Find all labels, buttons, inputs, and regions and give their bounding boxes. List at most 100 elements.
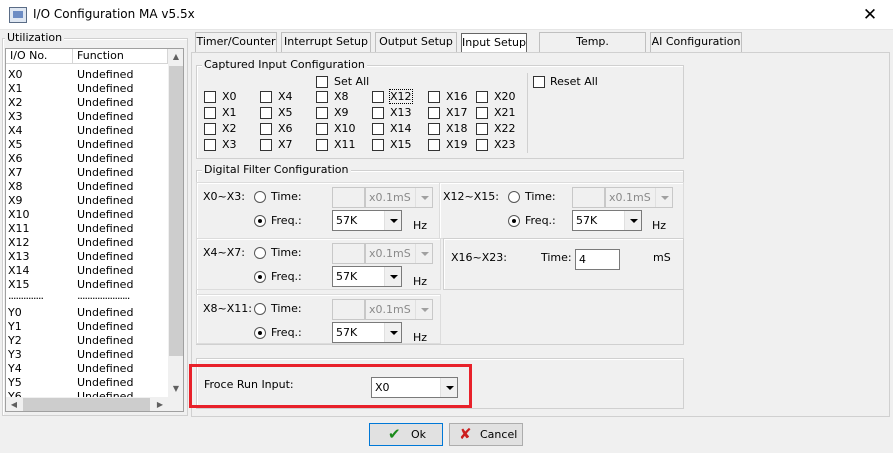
list-item[interactable]: X6 Undefined [8, 152, 168, 166]
capture-checkbox-x18[interactable] [428, 123, 440, 135]
freq-radio-x8-x11[interactable] [254, 327, 266, 339]
capture-checkbox-x3[interactable] [204, 139, 216, 151]
tab-temp-configuration[interactable]: Temp. Configuration [539, 32, 646, 66]
chevron-down-icon[interactable] [440, 378, 457, 397]
chevron-down-icon[interactable] [415, 188, 432, 207]
time-input-x4-x7[interactable] [332, 243, 365, 264]
time-radio-x4-x7[interactable] [254, 247, 266, 259]
time-input-x12-x15[interactable] [572, 187, 605, 208]
capture-checkbox-x0[interactable] [204, 91, 216, 103]
chevron-down-icon[interactable] [624, 211, 641, 230]
capture-checkbox-x5[interactable] [260, 107, 272, 119]
scroll-h-thumb[interactable] [23, 398, 150, 411]
capture-checkbox-x19[interactable] [428, 139, 440, 151]
time-radio-x0-x3[interactable] [254, 191, 266, 203]
capture-checkbox-x22[interactable] [476, 123, 488, 135]
utilization-list[interactable]: I/O No. Function X0 Undefined X1 Undefined X… [5, 48, 184, 412]
list-item[interactable]: X14 Undefined [8, 264, 168, 278]
freq-radio-x4-x7[interactable] [254, 271, 266, 283]
capture-checkbox-x23[interactable] [476, 139, 488, 151]
capture-checkbox-x9[interactable] [316, 107, 328, 119]
reset-all-checkbox[interactable] [533, 76, 545, 88]
list-item[interactable]: X8 Undefined [8, 180, 168, 194]
capture-checkbox-x12[interactable] [372, 91, 384, 103]
freq-radio-x12-x15[interactable] [508, 215, 520, 227]
scroll-left-button[interactable]: ◀ [6, 397, 22, 411]
capture-checkbox-x10[interactable] [316, 123, 328, 135]
capture-checkbox-x16[interactable] [428, 91, 440, 103]
freq-select-x4-x7[interactable]: 57K [332, 266, 402, 287]
tab-output-setup[interactable]: Output Setup [375, 32, 457, 52]
list-item[interactable]: X13 Undefined [8, 250, 168, 264]
list-item[interactable]: X9 Undefined [8, 194, 168, 208]
tab-timer-counter[interactable]: Timer/Counter [195, 32, 277, 52]
chevron-down-icon[interactable] [384, 211, 401, 230]
x16-x23-time-input[interactable]: 4 [575, 249, 620, 270]
freq-value-x12-x15: 57K [576, 214, 598, 227]
io-number: Y0 [8, 306, 22, 319]
chevron-down-icon[interactable] [655, 188, 672, 207]
list-item[interactable]: Y2 Undefined [8, 334, 168, 348]
tab-interrupt-setup[interactable]: Interrupt Setup [281, 32, 371, 52]
chevron-down-icon[interactable] [415, 244, 432, 263]
column-header-function[interactable]: Function [73, 49, 168, 64]
freq-radio-x0-x3[interactable] [254, 215, 266, 227]
scroll-right-button[interactable]: ▶ [152, 397, 168, 411]
list-item[interactable]: X7 Undefined [8, 166, 168, 180]
column-header-io[interactable]: I/O No. [6, 49, 73, 64]
capture-checkbox-x6[interactable] [260, 123, 272, 135]
capture-checkbox-x4[interactable] [260, 91, 272, 103]
vertical-scrollbar[interactable]: ▲ ▼ [168, 49, 183, 397]
cancel-button[interactable]: ✘ Cancel [449, 423, 523, 446]
capture-checkbox-x1[interactable] [204, 107, 216, 119]
close-button[interactable]: ✕ [847, 0, 893, 30]
unit-select-x0-x3[interactable]: x0.1mS [365, 187, 433, 208]
capture-checkbox-x13[interactable] [372, 107, 384, 119]
scroll-up-button[interactable]: ▲ [168, 49, 183, 65]
capture-checkbox-x8[interactable] [316, 91, 328, 103]
capture-checkbox-x14[interactable] [372, 123, 384, 135]
horizontal-scrollbar[interactable]: ◀ ▶ [6, 397, 168, 411]
set-all-checkbox[interactable] [316, 76, 328, 88]
force-run-select[interactable]: X0 [371, 377, 458, 398]
capture-checkbox-x17[interactable] [428, 107, 440, 119]
ok-button[interactable]: ✔ Ok [369, 423, 443, 446]
scroll-down-button[interactable]: ▼ [168, 381, 183, 397]
capture-checkbox-x21[interactable] [476, 107, 488, 119]
capture-checkbox-x7[interactable] [260, 139, 272, 151]
freq-select-x12-x15[interactable]: 57K [572, 210, 642, 231]
capture-checkbox-x20[interactable] [476, 91, 488, 103]
list-item[interactable]: X4 Undefined [8, 124, 168, 138]
capture-checkbox-x2[interactable] [204, 123, 216, 135]
freq-select-x8-x11[interactable]: 57K [332, 322, 402, 343]
list-item[interactable]: X10 Undefined [8, 208, 168, 222]
scroll-thumb[interactable] [169, 66, 183, 356]
unit-select-x8-x11[interactable]: x0.1mS [365, 299, 433, 320]
list-item[interactable]: X11 Undefined [8, 222, 168, 236]
list-item[interactable]: X12 Undefined [8, 236, 168, 250]
time-radio-x8-x11[interactable] [254, 303, 266, 315]
list-item[interactable]: X1 Undefined [8, 82, 168, 96]
list-item[interactable]: X3 Undefined [8, 110, 168, 124]
chevron-down-icon[interactable] [384, 323, 401, 342]
freq-select-x0-x3[interactable]: 57K [332, 210, 402, 231]
list-item[interactable]: X0 Undefined [8, 68, 168, 82]
list-item[interactable]: X2 Undefined [8, 96, 168, 110]
unit-select-x4-x7[interactable]: x0.1mS [365, 243, 433, 264]
chevron-down-icon[interactable] [384, 267, 401, 286]
tab-ai-configuration[interactable]: AI Configuration [650, 32, 742, 52]
time-radio-x12-x15[interactable] [508, 191, 520, 203]
list-item[interactable]: Y0 Undefined [8, 306, 168, 320]
list-item[interactable]: Y3 Undefined [8, 348, 168, 362]
time-input-x0-x3[interactable] [332, 187, 365, 208]
time-input-x8-x11[interactable] [332, 299, 365, 320]
list-item[interactable]: Y1 Undefined [8, 320, 168, 334]
list-item[interactable]: Y5 Undefined [8, 376, 168, 390]
list-item[interactable]: Y4 Undefined [8, 362, 168, 376]
chevron-down-icon[interactable] [415, 300, 432, 319]
unit-select-x12-x15[interactable]: x0.1mS [605, 187, 673, 208]
list-item[interactable]: X5 Undefined [8, 138, 168, 152]
capture-checkbox-x15[interactable] [372, 139, 384, 151]
tab-input-setup[interactable]: Input Setup [461, 33, 527, 53]
capture-checkbox-x11[interactable] [316, 139, 328, 151]
